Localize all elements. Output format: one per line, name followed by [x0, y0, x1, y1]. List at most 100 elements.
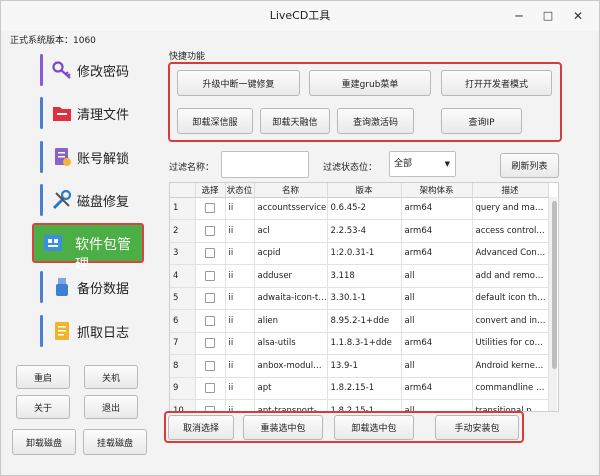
arch-cell: all	[401, 354, 473, 378]
table-row[interactable]: 9 ii apt 1.8.2.15-1 arm64 commandline …	[170, 377, 549, 400]
package-table[interactable]: 选择 状态位 名称 版本 架构体系 描述 1 ii accountsservice 0…	[169, 182, 559, 412]
sidebar-item-disk-repair[interactable]: 磁盘修复	[31, 180, 144, 220]
select-checkbox[interactable]	[204, 248, 215, 258]
select-checkbox[interactable]	[204, 270, 215, 281]
mount-disk-button[interactable]: 挂载磁盘	[83, 429, 147, 455]
reinstall-selected-button[interactable]: 重装选中包	[243, 415, 323, 440]
select-checkbox[interactable]	[204, 315, 215, 326]
status-cell: ii	[225, 332, 255, 355]
fix-upgrade-interrupt-button[interactable]: 升级中断一键修复	[177, 70, 300, 96]
column-header-version[interactable]: 版本	[327, 183, 402, 198]
nav-accent-bar	[40, 97, 43, 129]
filter-status-select[interactable]: 全部 ▼	[389, 151, 456, 177]
filter-name-label: 过滤名称：	[169, 163, 215, 173]
column-header-name[interactable]: 名称	[254, 183, 328, 198]
version-cell: 2.2.53-4	[327, 219, 402, 243]
select-checkbox-cell	[195, 354, 226, 378]
query-activation-code-button[interactable]: 查询激活码	[337, 108, 414, 134]
key-icon	[51, 59, 73, 81]
name-cell: alien	[254, 309, 328, 333]
filter-name-input[interactable]	[221, 151, 309, 178]
status-cell: ii	[225, 309, 255, 333]
query-ip-button[interactable]: 查询IP	[441, 108, 522, 134]
column-header-select[interactable]: 选择	[195, 183, 226, 198]
version-cell: 0.6.45-2	[327, 197, 402, 220]
select-checkbox[interactable]	[204, 293, 215, 303]
uninstall-selected-button[interactable]: 卸载选中包	[334, 415, 414, 440]
folder-clean-icon	[51, 102, 73, 124]
table-row[interactable]: 6 ii alien 8.95.2-1+dde all convert and in…	[170, 309, 549, 333]
uninstall-sangfor-button[interactable]: 卸载深信服	[177, 108, 253, 134]
version-cell: 3.118	[327, 264, 402, 288]
reboot-button[interactable]: 重启	[16, 365, 70, 389]
column-header-arch[interactable]: 架构体系	[401, 183, 473, 198]
app-window: LiveCD工具 ─ □ ✕ 正式系统版本：1060 修改密码 清理文件 账号解…	[0, 0, 600, 476]
select-checkbox[interactable]	[204, 225, 215, 236]
status-cell: ii	[225, 219, 255, 243]
select-checkbox[interactable]	[204, 203, 215, 213]
name-cell: adwaita-icon-t…	[254, 287, 328, 310]
status-cell: ii	[225, 264, 255, 288]
row-index-header	[170, 183, 196, 198]
deselect-button[interactable]: 取消选择	[168, 415, 234, 440]
description-cell: add and remo…	[472, 264, 549, 288]
table-row[interactable]: 3 ii acpid 1:2.0.31-1 arm64 Advanced Con…	[170, 242, 549, 265]
name-cell: apt	[254, 377, 328, 400]
sidebar-item-unlock-account[interactable]: 账号解锁	[31, 137, 144, 177]
sidebar-item-label: 修改密码	[77, 65, 130, 80]
version-cell: 3.30.1-1	[327, 287, 402, 310]
rebuild-grub-button[interactable]: 重建grub菜单	[309, 70, 431, 96]
select-checkbox[interactable]	[204, 383, 215, 393]
column-header-description[interactable]: 描述	[472, 183, 549, 198]
select-checkbox[interactable]	[204, 338, 215, 348]
name-cell: acl	[254, 219, 328, 243]
sidebar-item-label: 账号解锁	[77, 152, 130, 167]
row-index: 4	[170, 264, 196, 288]
tools-icon	[51, 189, 73, 211]
manual-install-button[interactable]: 手动安装包	[435, 415, 519, 440]
close-button[interactable]: ✕	[570, 8, 586, 24]
arch-cell: arm64	[401, 332, 473, 355]
arch-cell: all	[401, 287, 473, 310]
uninstall-topsec-button[interactable]: 卸载天融信	[260, 108, 330, 134]
select-checkbox-cell	[195, 264, 226, 288]
column-header-status[interactable]: 状态位	[225, 183, 255, 198]
table-scroll-thumb[interactable]	[552, 201, 557, 369]
unlock-doc-icon	[51, 146, 73, 168]
package-icon	[42, 232, 64, 254]
sidebar-item-collect-logs[interactable]: 抓取日志	[31, 311, 144, 351]
sidebar-item-change-password[interactable]: 修改密码	[31, 50, 144, 90]
sidebar-item-package-management[interactable]: 软件包管理	[32, 223, 144, 273]
refresh-list-button[interactable]: 刷新列表	[500, 153, 559, 178]
description-cell: Utilities for co…	[472, 332, 549, 355]
shutdown-button[interactable]: 关机	[84, 365, 138, 389]
table-row[interactable]: 4 ii adduser 3.118 all add and remo…	[170, 264, 549, 288]
select-checkbox[interactable]	[204, 360, 215, 371]
version-cell: 1:2.0.31-1	[327, 242, 402, 265]
maximize-button[interactable]: □	[540, 8, 556, 24]
sidebar-item-clean-files[interactable]: 清理文件	[31, 93, 144, 133]
exit-button[interactable]: 退出	[84, 395, 138, 419]
minimize-button[interactable]: ─	[511, 8, 527, 24]
status-cell: ii	[225, 287, 255, 310]
table-row[interactable]: 1 ii accountsservice 0.6.45-2 arm64 query and…	[170, 197, 549, 220]
table-row[interactable]: 2 ii acl 2.2.53-4 arm64 access control…	[170, 219, 549, 243]
description-cell: convert and in…	[472, 309, 549, 333]
unmount-disk-button[interactable]: 卸载磁盘	[12, 429, 76, 455]
nav-accent-bar	[40, 54, 43, 86]
select-checkbox-cell	[195, 219, 226, 243]
quick-functions-title: 快捷功能	[169, 52, 206, 62]
table-row[interactable]: 8 ii anbox-modul… 13.9-1 all Android kerne…	[170, 354, 549, 378]
table-header-row: 选择 状态位 名称 版本 架构体系 描述	[170, 183, 549, 198]
version-cell: 13.9-1	[327, 354, 402, 378]
status-cell: ii	[225, 377, 255, 400]
status-cell: ii	[225, 354, 255, 378]
version-cell: 8.95.2-1+dde	[327, 309, 402, 333]
table-row[interactable]: 5 ii adwaita-icon-t… 3.30.1-1 all default ico…	[170, 287, 549, 310]
developer-mode-button[interactable]: 打开开发者模式	[441, 70, 552, 96]
select-checkbox-cell	[195, 377, 226, 400]
sidebar-item-backup-data[interactable]: 备份数据	[31, 267, 144, 307]
about-button[interactable]: 关于	[16, 395, 70, 419]
table-row[interactable]: 7 ii alsa-utils 1.1.8.3-1+dde arm64 Utilities…	[170, 332, 549, 355]
name-cell: adduser	[254, 264, 328, 288]
